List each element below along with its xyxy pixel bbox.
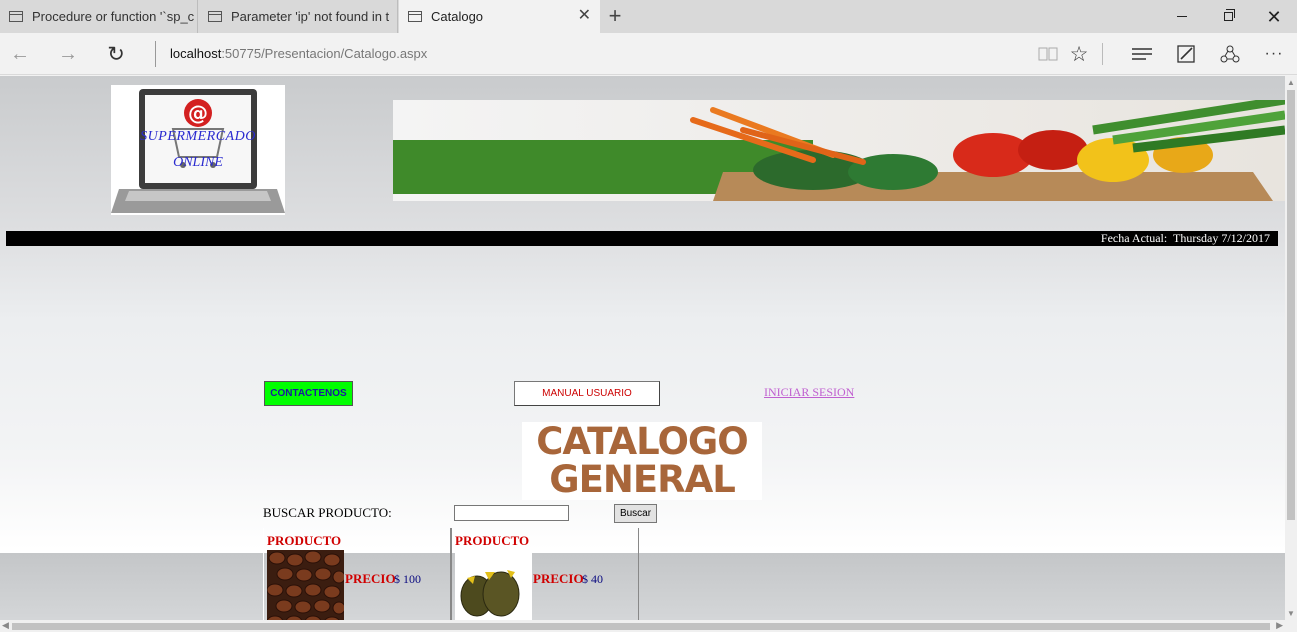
web-note-icon[interactable] — [1173, 41, 1199, 67]
horizontal-scrollbar[interactable]: ◀ ▶ — [0, 620, 1297, 632]
current-date-bar: Fecha Actual: Thursday 7/12/2017 — [6, 231, 1278, 246]
forward-arrow-icon[interactable]: → — [53, 39, 83, 69]
hub-icon[interactable] — [1129, 41, 1155, 67]
product-grid: PRODUCTO PRECIO $ 100 PRODUCTO PRECIO $ … — [263, 528, 639, 620]
vertical-scroll-thumb[interactable] — [1287, 90, 1295, 520]
close-icon: ✕ — [1266, 6, 1282, 27]
tab-strip: Procedure or function '`sp_c Parameter '… — [0, 0, 1297, 33]
product-heading: PRODUCTO — [267, 533, 342, 548]
page-viewport: @ SUPERMERCADO ONLINE Fecha Actual: Thur… — [0, 76, 1285, 620]
minimize-button[interactable] — [1159, 0, 1205, 33]
tab-title: Catalogo — [431, 9, 484, 24]
minimize-icon — [1177, 16, 1187, 17]
scroll-up-icon[interactable]: ▲ — [1287, 78, 1295, 87]
more-icon[interactable]: ··· — [1261, 41, 1287, 67]
search-label: BUSCAR PRODUCTO: — [263, 505, 392, 520]
tab-title: Procedure or function '`sp_c — [32, 9, 195, 24]
horizontal-scroll-thumb[interactable] — [12, 623, 1270, 630]
toolbar-divider — [1102, 43, 1103, 65]
price-value: $ 40 — [582, 572, 603, 586]
catalog-title-line1: CATALOGO — [536, 420, 748, 463]
browser-tab-active[interactable]: Catalogo ✕ — [399, 0, 600, 33]
product-heading: PRODUCTO — [455, 533, 530, 548]
logo-title-line2: ONLINE — [173, 155, 223, 170]
url-path: :50775/Presentacion/Catalogo.aspx — [221, 46, 428, 61]
search-product-input[interactable] — [454, 505, 569, 521]
price-label: PRECIO — [533, 571, 584, 586]
refresh-icon[interactable]: ↻ — [101, 39, 131, 69]
search-button[interactable]: Buscar — [614, 504, 657, 523]
reading-view-icon[interactable] — [1035, 41, 1061, 67]
vegetables-banner — [393, 100, 1285, 201]
scroll-left-icon[interactable]: ◀ — [2, 620, 9, 631]
close-window-button[interactable]: ✕ — [1251, 0, 1297, 33]
durian-fruit-image — [455, 550, 532, 620]
page-icon — [9, 11, 23, 22]
browser-tab-1[interactable]: Procedure or function '`sp_c — [0, 0, 198, 33]
new-tab-icon[interactable]: + — [603, 4, 627, 28]
supermarket-logo: @ SUPERMERCADO ONLINE — [111, 85, 285, 215]
restore-button[interactable] — [1205, 0, 1251, 33]
page-icon — [208, 11, 222, 22]
page-bottom-background — [0, 553, 1285, 620]
back-arrow-icon[interactable]: ← — [5, 39, 35, 69]
logo-title-line1: SUPERMERCADO — [140, 129, 256, 144]
catalog-title-line2: GENERAL — [549, 458, 736, 501]
scroll-right-icon[interactable]: ▶ — [1276, 620, 1283, 631]
vertical-scrollbar[interactable]: ▲ ▼ — [1285, 76, 1297, 620]
restore-icon — [1223, 9, 1235, 21]
product-card[interactable]: PRODUCTO PRECIO $ 100 — [263, 528, 451, 620]
close-tab-icon[interactable]: ✕ — [578, 8, 591, 24]
browser-tab-2[interactable]: Parameter 'ip' not found in t — [199, 0, 398, 33]
coffee-beans-image — [266, 550, 346, 620]
scroll-down-icon[interactable]: ▼ — [1287, 609, 1295, 618]
favorite-star-icon[interactable]: ☆ — [1066, 41, 1092, 67]
url-host: localhost — [170, 46, 222, 61]
price-value: $ 100 — [394, 572, 421, 586]
tab-title: Parameter 'ip' not found in t — [231, 9, 390, 24]
user-manual-button[interactable]: MANUAL USUARIO — [514, 381, 660, 406]
login-link[interactable]: INICIAR SESION — [764, 385, 854, 400]
svg-text:@: @ — [188, 101, 208, 125]
share-icon[interactable] — [1217, 41, 1243, 67]
price-label: PRECIO — [345, 571, 396, 586]
contact-button[interactable]: CONTACTENOS — [264, 381, 353, 406]
address-bar[interactable]: localhost:50775/Presentacion/Catalogo.as… — [155, 41, 427, 67]
product-card[interactable]: PRODUCTO PRECIO $ 40 — [451, 528, 639, 620]
address-toolbar: ← → ↻ localhost:50775/Presentacion/Catal… — [0, 33, 1297, 75]
catalog-title-image: CATALOGO GENERAL — [522, 422, 762, 500]
page-icon — [408, 11, 422, 22]
